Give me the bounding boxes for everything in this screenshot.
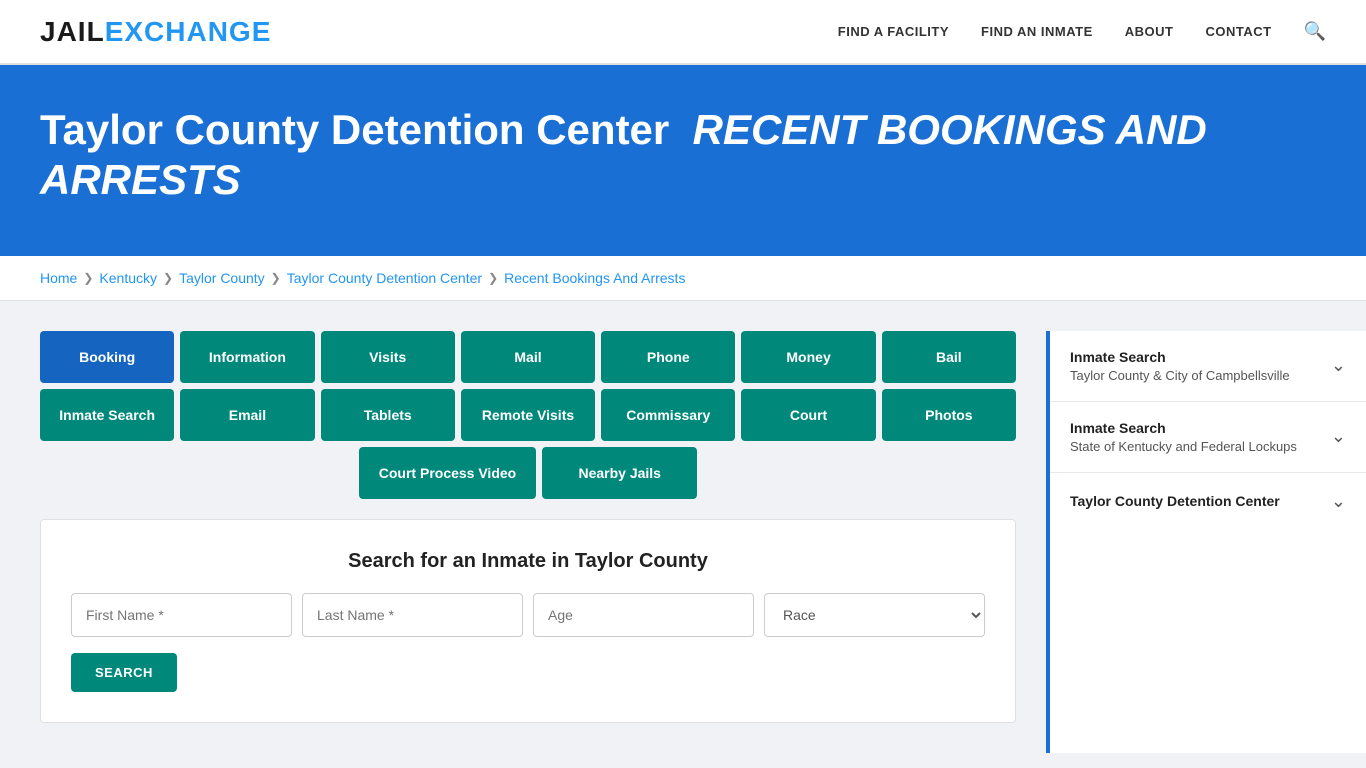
breadcrumb-sep-4: ❯ [488, 271, 498, 285]
logo-exchange: EXCHANGE [105, 16, 272, 47]
tab-booking[interactable]: Booking [40, 331, 174, 383]
search-fields: Race White Black Hispanic Asian Other [71, 593, 985, 637]
tab-court[interactable]: Court [741, 389, 875, 441]
tab-commissary[interactable]: Commissary [601, 389, 735, 441]
header: JAILEXCHANGE FIND A FACILITY FIND AN INM… [0, 0, 1366, 65]
hero-title-main: Taylor County Detention Center [40, 106, 669, 153]
last-name-input[interactable] [302, 593, 523, 637]
tab-nearby-jails[interactable]: Nearby Jails [542, 447, 697, 499]
tab-row-1: Booking Information Visits Mail Phone Mo… [40, 331, 1016, 383]
chevron-icon-2: ⌄ [1331, 426, 1346, 447]
nav-find-inmate[interactable]: FIND AN INMATE [981, 24, 1093, 39]
sidebar-item-3-title: Taylor County Detention Center [1070, 493, 1280, 509]
sidebar-item-2-subtitle: State of Kentucky and Federal Lockups [1070, 439, 1297, 454]
tab-email[interactable]: Email [180, 389, 314, 441]
tab-photos[interactable]: Photos [882, 389, 1016, 441]
page-title: Taylor County Detention Center RECENT BO… [40, 105, 1326, 206]
tab-mail[interactable]: Mail [461, 331, 595, 383]
logo-jail: JAIL [40, 16, 105, 47]
tab-money[interactable]: Money [741, 331, 875, 383]
left-content: Booking Information Visits Mail Phone Mo… [0, 301, 1046, 753]
tab-tablets[interactable]: Tablets [321, 389, 455, 441]
breadcrumb-sep-3: ❯ [271, 271, 281, 285]
breadcrumb-kentucky[interactable]: Kentucky [99, 270, 157, 286]
chevron-icon-3: ⌄ [1331, 491, 1346, 512]
right-sidebar: Inmate Search Taylor County & City of Ca… [1046, 331, 1366, 753]
tab-inmate-search[interactable]: Inmate Search [40, 389, 174, 441]
search-button[interactable]: SEARCH [71, 653, 177, 692]
nav-contact[interactable]: CONTACT [1205, 24, 1271, 39]
sidebar-item-1-subtitle: Taylor County & City of Campbellsville [1070, 368, 1290, 383]
breadcrumb-sep-1: ❯ [83, 271, 93, 285]
sidebar-item-2[interactable]: Inmate Search State of Kentucky and Fede… [1050, 402, 1366, 473]
nav: FIND A FACILITY FIND AN INMATE ABOUT CON… [838, 21, 1326, 42]
tab-row-2: Inmate Search Email Tablets Remote Visit… [40, 389, 1016, 441]
tab-row-3: Court Process Video Nearby Jails [40, 447, 1016, 499]
main-content: Booking Information Visits Mail Phone Mo… [0, 301, 1366, 753]
search-form: Search for an Inmate in Taylor County Ra… [40, 519, 1016, 723]
nav-find-facility[interactable]: FIND A FACILITY [838, 24, 949, 39]
tab-court-process-video[interactable]: Court Process Video [359, 447, 536, 499]
tab-remote-visits[interactable]: Remote Visits [461, 389, 595, 441]
chevron-icon-1: ⌄ [1331, 355, 1346, 376]
tab-information[interactable]: Information [180, 331, 314, 383]
sidebar-item-2-text: Inmate Search State of Kentucky and Fede… [1070, 420, 1297, 454]
nav-about[interactable]: ABOUT [1125, 24, 1174, 39]
breadcrumb-current[interactable]: Recent Bookings And Arrests [504, 270, 685, 286]
tab-visits[interactable]: Visits [321, 331, 455, 383]
tab-bail[interactable]: Bail [882, 331, 1016, 383]
first-name-input[interactable] [71, 593, 292, 637]
breadcrumb-sep-2: ❯ [163, 271, 173, 285]
hero-banner: Taylor County Detention Center RECENT BO… [0, 65, 1366, 256]
age-input[interactable] [533, 593, 754, 637]
sidebar-item-1[interactable]: Inmate Search Taylor County & City of Ca… [1050, 331, 1366, 402]
sidebar-item-3[interactable]: Taylor County Detention Center ⌄ [1050, 473, 1366, 530]
tab-phone[interactable]: Phone [601, 331, 735, 383]
race-select[interactable]: Race White Black Hispanic Asian Other [764, 593, 985, 637]
breadcrumb: Home ❯ Kentucky ❯ Taylor County ❯ Taylor… [0, 256, 1366, 301]
search-icon[interactable]: 🔍 [1304, 21, 1326, 42]
sidebar-item-2-title: Inmate Search [1070, 420, 1297, 436]
logo[interactable]: JAILEXCHANGE [40, 16, 271, 48]
sidebar-item-1-title: Inmate Search [1070, 349, 1290, 365]
breadcrumb-taylor-county[interactable]: Taylor County [179, 270, 265, 286]
breadcrumb-home[interactable]: Home [40, 270, 77, 286]
breadcrumb-detention-center[interactable]: Taylor County Detention Center [287, 270, 482, 286]
sidebar-item-1-text: Inmate Search Taylor County & City of Ca… [1070, 349, 1290, 383]
search-title: Search for an Inmate in Taylor County [71, 550, 985, 573]
